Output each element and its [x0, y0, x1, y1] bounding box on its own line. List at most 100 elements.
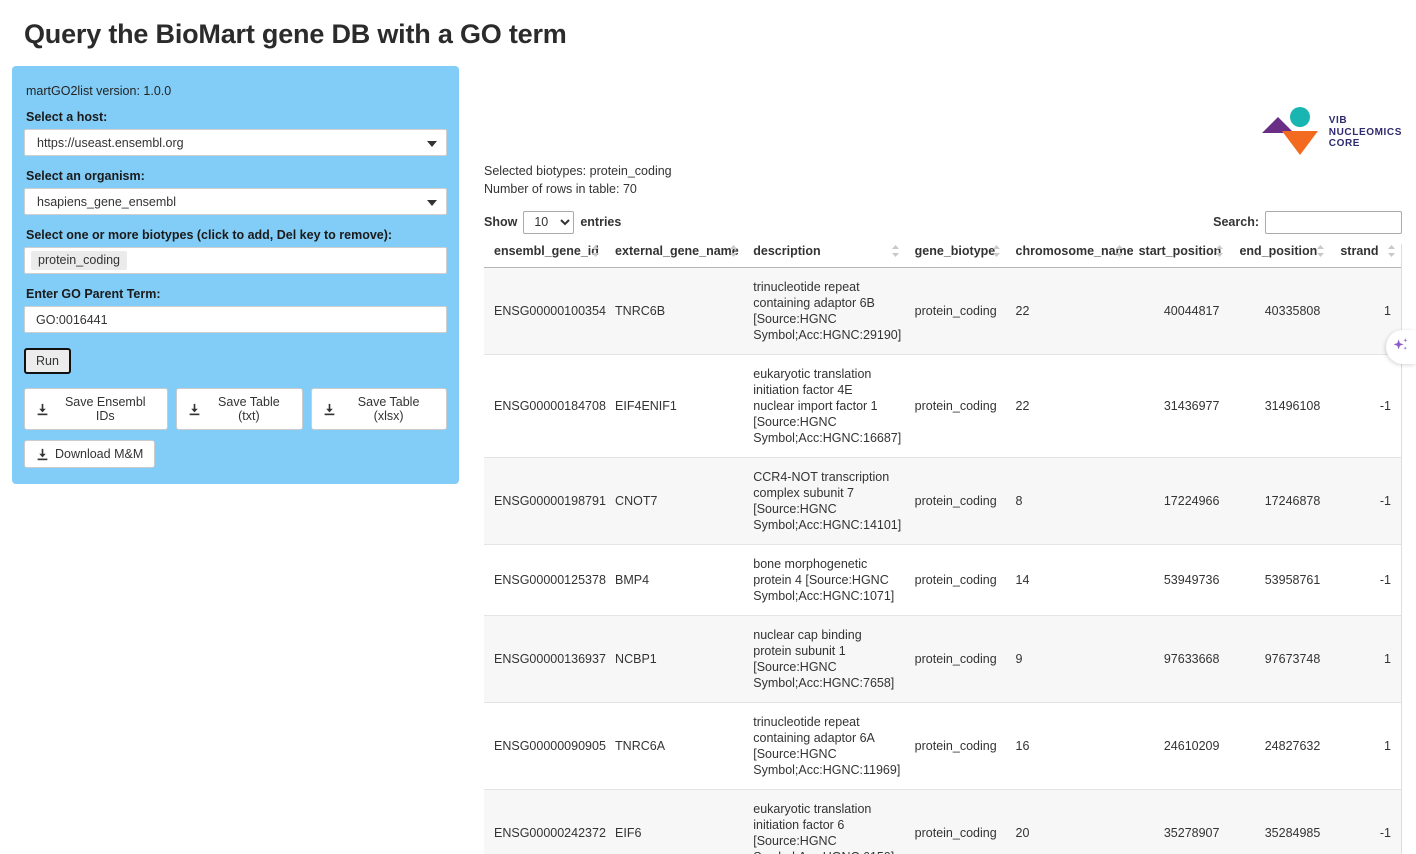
sort-icon — [1216, 244, 1224, 257]
column-header-external-gene-name[interactable]: external_gene_name — [605, 243, 744, 268]
show-label: Show — [484, 215, 518, 229]
download-icon — [188, 403, 201, 416]
cell-ensembl-gene-id: ENSG00000198791 — [484, 457, 606, 545]
download-mm-label: Download M&M — [55, 447, 144, 461]
cell-start-position: 40044817 — [1128, 267, 1230, 355]
cell-ensembl-gene-id: ENSG00000100354 — [484, 267, 606, 355]
cell-external-gene-name: NCBP1 — [605, 615, 744, 703]
cell-external-gene-name: EIF4ENIF1 — [605, 354, 744, 458]
save-ensembl-ids-label: Save Ensembl IDs — [64, 395, 146, 423]
cell-start-position: 24610209 — [1128, 702, 1230, 790]
column-label: ensembl_gene_id — [494, 243, 599, 258]
table-row[interactable]: ENSG00000100354 TNRC6B trinucleotide repea… — [484, 267, 1401, 355]
cell-strand: 1 — [1330, 615, 1401, 703]
table-row[interactable]: ENSG00000184708 EIF4ENIF1 eukaryotic trans… — [484, 354, 1401, 458]
column-header-start-position[interactable]: start_position — [1128, 243, 1230, 268]
save-table-xlsx-button[interactable]: Save Table (xlsx) — [311, 388, 447, 430]
cell-external-gene-name: TNRC6A — [605, 702, 744, 790]
chevron-down-icon — [427, 199, 437, 206]
cell-end-position: 40335808 — [1229, 267, 1331, 355]
go-term-label: Enter GO Parent Term: — [26, 287, 161, 301]
run-button[interactable]: Run — [24, 348, 71, 374]
column-label: gene_biotype — [914, 243, 996, 258]
cell-description: nuclear cap binding protein subunit 1 [S… — [743, 615, 905, 703]
table-row[interactable]: ENSG00000198791 CNOT7 CCR4-NOT transcripti… — [484, 457, 1401, 545]
cell-ensembl-gene-id: ENSG00000125378 — [484, 544, 606, 616]
sort-icon — [992, 244, 1000, 257]
ai-assistant-button[interactable] — [1386, 330, 1416, 364]
search-input[interactable] — [1265, 210, 1402, 234]
column-header-gene-biotype[interactable]: gene_biotype — [904, 243, 1006, 268]
table-scroll-container[interactable]: ensembl_gene_id external_gene_name descr… — [484, 243, 1402, 854]
cell-gene-biotype: protein_coding — [904, 267, 1006, 355]
cell-description: eukaryotic translation initiation factor… — [743, 789, 905, 854]
save-table-txt-button[interactable]: Save Table (txt) — [175, 388, 304, 430]
cell-end-position: 97673748 — [1229, 615, 1331, 703]
cell-strand: -1 — [1330, 457, 1401, 545]
page-title: Query the BioMart gene DB with a GO term — [24, 19, 567, 49]
download-icon — [323, 403, 336, 416]
cell-end-position: 17246878 — [1229, 457, 1331, 545]
logo-line-1: VIB — [1328, 114, 1348, 126]
sort-icon — [891, 244, 899, 257]
logo-line-3: CORE — [1328, 138, 1361, 150]
biotype-tag[interactable]: protein_coding — [31, 251, 128, 270]
cell-chromosome-name: 22 — [1005, 354, 1129, 458]
cell-gene-biotype: protein_coding — [904, 544, 1006, 616]
host-select[interactable]: https://useast.ensembl.org — [24, 129, 447, 156]
cell-strand: -1 — [1330, 544, 1401, 616]
table-row[interactable]: ENSG00000090905 TNRC6A trinucleotide repea… — [484, 702, 1401, 790]
column-header-ensembl-gene-id[interactable]: ensembl_gene_id — [484, 243, 606, 268]
cell-gene-biotype: protein_coding — [904, 354, 1006, 458]
cell-description: trinucleotide repeat containing adaptor … — [743, 267, 905, 355]
table-row[interactable]: ENSG00000242372 EIF6 eukaryotic translatio… — [484, 789, 1401, 854]
host-select-value: https://useast.ensembl.org — [37, 135, 184, 150]
table-row[interactable]: ENSG00000136937 NCBP1 nuclear cap binding … — [484, 615, 1401, 703]
logo-mark-icon — [1260, 105, 1322, 160]
organism-select-value: hsapiens_gene_ensembl — [37, 194, 176, 209]
cell-gene-biotype: protein_coding — [904, 615, 1006, 703]
cell-description: trinucleotide repeat containing adaptor … — [743, 702, 905, 790]
column-label: description — [753, 243, 821, 258]
row-count-text: Number of rows in table: 70 — [484, 181, 637, 196]
table-header-row: ensembl_gene_id external_gene_name descr… — [484, 243, 1401, 268]
query-form-panel: martGO2list version: 1.0.0 Select a host… — [12, 66, 459, 484]
cell-gene-biotype: protein_coding — [904, 702, 1006, 790]
table-body: ENSG00000100354 TNRC6B trinucleotide repea… — [484, 267, 1401, 854]
column-header-chromosome-name[interactable]: chromosome_name — [1005, 243, 1134, 268]
download-mm-row: Download M&M — [24, 440, 447, 468]
cell-gene-biotype: protein_coding — [904, 789, 1006, 854]
entries-label: entries — [580, 215, 622, 229]
cell-description: eukaryotic translation initiation factor… — [743, 354, 905, 458]
search-control: Search: — [1213, 210, 1402, 234]
column-header-end-position[interactable]: end_position — [1229, 243, 1331, 268]
go-term-input[interactable]: GO:0016441 — [24, 306, 447, 333]
logo-text: VIB NUCLEOMICS CORE — [1329, 115, 1402, 150]
column-label: end_position — [1239, 243, 1318, 258]
logo-line-2: NUCLEOMICS — [1328, 126, 1402, 138]
save-table-txt-label: Save Table (txt) — [218, 395, 280, 423]
sort-icon — [730, 244, 738, 257]
column-header-strand[interactable]: strand — [1330, 243, 1401, 268]
cell-strand: -1 — [1330, 789, 1401, 854]
download-mm-button[interactable]: Download M&M — [24, 440, 156, 468]
sparkle-icon — [1392, 336, 1410, 359]
cell-external-gene-name: BMP4 — [605, 544, 744, 616]
cell-chromosome-name: 16 — [1005, 702, 1129, 790]
column-header-description[interactable]: description — [743, 243, 905, 268]
cell-gene-biotype: protein_coding — [904, 457, 1006, 545]
entries-select[interactable]: 102550100 — [523, 210, 575, 234]
cell-chromosome-name: 8 — [1005, 457, 1129, 545]
app-layout: martGO2list version: 1.0.0 Select a host… — [0, 60, 1416, 854]
organism-select[interactable]: hsapiens_gene_ensembl — [24, 188, 447, 215]
go-term-value: GO:0016441 — [36, 312, 108, 327]
cell-start-position: 53949736 — [1128, 544, 1230, 616]
save-ensembl-ids-button[interactable]: Save Ensembl IDs — [24, 388, 168, 430]
cell-description: CCR4-NOT transcription complex subunit 7… — [743, 457, 905, 545]
sort-icon — [1317, 244, 1325, 257]
table-row[interactable]: ENSG00000125378 BMP4 bone morphogenetic pr… — [484, 544, 1401, 616]
results-table: ensembl_gene_id external_gene_name descr… — [484, 243, 1401, 854]
biotypes-input[interactable]: protein_coding — [24, 247, 447, 274]
column-label: external_gene_name — [615, 243, 739, 258]
host-label: Select a host: — [26, 110, 108, 124]
